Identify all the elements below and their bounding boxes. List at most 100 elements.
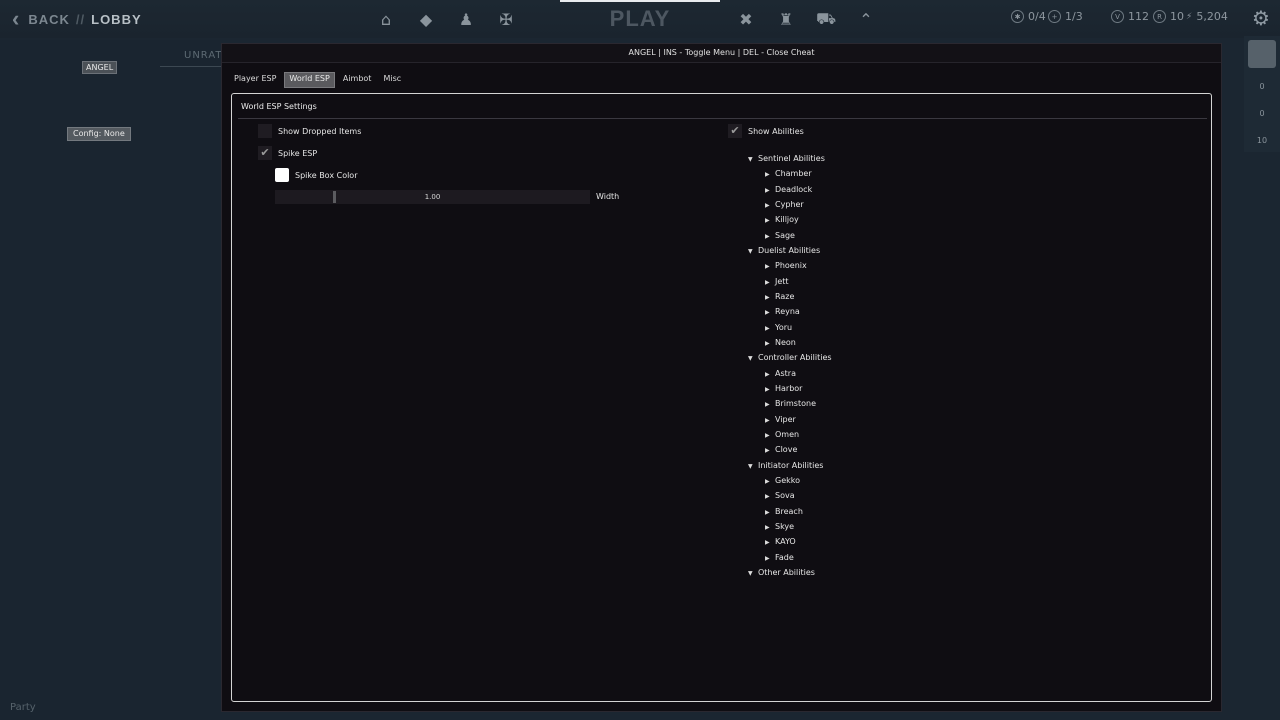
- expand-arrow-right-icon[interactable]: ▶: [765, 229, 775, 244]
- back-to-lobby[interactable]: ‹ BACK // LOBBY: [12, 6, 142, 32]
- expand-arrow-right-icon[interactable]: ▶: [765, 367, 775, 382]
- tree-item[interactable]: ▶ Harbor: [748, 381, 832, 396]
- expand-arrow-right-icon[interactable]: ▶: [765, 520, 775, 535]
- battlepass-icon[interactable]: ✖: [736, 9, 756, 29]
- tab-world-esp[interactable]: World ESP: [284, 72, 335, 88]
- expand-arrow-right-icon[interactable]: ▶: [765, 474, 775, 489]
- vp-balance: V 112: [1111, 10, 1149, 23]
- tree-item[interactable]: ▶ Phoenix: [748, 258, 832, 273]
- tree-item[interactable]: ▶ KAYO: [748, 534, 832, 549]
- nav-icons-left: ⌂ ◆ ♟ ✠: [376, 9, 516, 29]
- tree-item[interactable]: ▶ Cypher: [748, 197, 832, 212]
- tree-item[interactable]: ▶ Jett: [748, 274, 832, 289]
- tab-misc[interactable]: Misc: [379, 72, 405, 86]
- tree-category[interactable]: ▼ Other Abilities: [748, 565, 832, 580]
- expand-arrow-right-icon[interactable]: ▶: [765, 535, 775, 550]
- tree-item[interactable]: ▶ Skye: [748, 519, 832, 534]
- play-tab[interactable]: PLAY: [560, 0, 720, 38]
- store-icon[interactable]: ♜: [776, 9, 796, 29]
- back-label: BACK: [28, 11, 70, 27]
- collection-icon[interactable]: ✠: [496, 9, 516, 29]
- checkbox-box[interactable]: ✔: [728, 124, 742, 138]
- tab-aimbot[interactable]: Aimbot: [339, 72, 376, 86]
- tree-item[interactable]: ▶ Reyna: [748, 304, 832, 319]
- tree-item[interactable]: ▶ Astra: [748, 366, 832, 381]
- avatar[interactable]: [1248, 40, 1276, 68]
- checkbox-box[interactable]: ✔: [258, 146, 272, 160]
- agents-icon[interactable]: ♟: [456, 9, 476, 29]
- tree-item[interactable]: ▶ Brimstone: [748, 396, 832, 411]
- spike-esp-checkbox[interactable]: ✔ Spike ESP: [258, 146, 317, 160]
- rank-icon[interactable]: ⌃: [856, 9, 876, 29]
- tree-item[interactable]: ▶ Chamber: [748, 166, 832, 181]
- expand-arrow-down-icon[interactable]: ▼: [748, 152, 758, 167]
- tree-item-label: Gekko: [775, 475, 800, 485]
- tree-item[interactable]: ▶ Raze: [748, 289, 832, 304]
- career-icon[interactable]: ◆: [416, 9, 436, 29]
- expand-arrow-down-icon[interactable]: ▼: [748, 351, 758, 366]
- expand-arrow-right-icon[interactable]: ▶: [765, 443, 775, 458]
- show-abilities-checkbox[interactable]: ✔ Show Abilities: [728, 124, 804, 138]
- tree-item[interactable]: ▶ Clove: [748, 442, 832, 457]
- expand-arrow-right-icon[interactable]: ▶: [765, 428, 775, 443]
- expand-arrow-right-icon[interactable]: ▶: [765, 551, 775, 566]
- tree-category[interactable]: ▼ Controller Abilities: [748, 350, 832, 365]
- settings-gear-icon[interactable]: ⚙: [1252, 6, 1270, 30]
- tree-item[interactable]: ▶ Omen: [748, 427, 832, 442]
- tree-category[interactable]: ▼ Duelist Abilities: [748, 243, 832, 258]
- tree-category[interactable]: ▼ Initiator Abilities: [748, 458, 832, 473]
- tree-item[interactable]: ▶ Deadlock: [748, 182, 832, 197]
- expand-arrow-right-icon[interactable]: ▶: [765, 259, 775, 274]
- shop-cart-icon[interactable]: ⛟: [816, 9, 836, 29]
- expand-arrow-right-icon[interactable]: ▶: [765, 397, 775, 412]
- tree-category-label: Controller Abilities: [758, 353, 832, 363]
- expand-arrow-right-icon[interactable]: ▶: [765, 167, 775, 182]
- expand-arrow-right-icon[interactable]: ▶: [765, 336, 775, 351]
- expand-arrow-down-icon[interactable]: ▼: [748, 566, 758, 581]
- tree-item[interactable]: ▶ Viper: [748, 412, 832, 427]
- expand-arrow-right-icon[interactable]: ▶: [765, 321, 775, 336]
- menu-title[interactable]: ANGEL | INS - Toggle Menu | DEL - Close …: [222, 44, 1221, 63]
- nav-icons-right: ✖ ♜ ⛟ ⌃: [736, 9, 876, 29]
- tree-item[interactable]: ▶ Fade: [748, 550, 832, 565]
- checkmark-icon: ✔: [260, 146, 270, 159]
- tree-category[interactable]: ▼ Sentinel Abilities: [748, 151, 832, 166]
- party-label: Party: [10, 702, 36, 713]
- tree-item[interactable]: ▶ Sova: [748, 488, 832, 503]
- expand-arrow-right-icon[interactable]: ▶: [765, 183, 775, 198]
- tree-item-label: Fade: [775, 552, 794, 562]
- show-dropped-items-checkbox[interactable]: Show Dropped Items: [258, 124, 361, 138]
- checkbox-box[interactable]: [258, 124, 272, 138]
- expand-arrow-right-icon[interactable]: ▶: [765, 413, 775, 428]
- expand-arrow-right-icon[interactable]: ▶: [765, 275, 775, 290]
- expand-arrow-right-icon[interactable]: ▶: [765, 505, 775, 520]
- width-slider[interactable]: 1.00: [275, 190, 590, 204]
- spike-box-color-picker[interactable]: Spike Box Color: [275, 168, 358, 182]
- tree-item[interactable]: ▶ Breach: [748, 504, 832, 519]
- slider-value: 1.00: [424, 193, 441, 201]
- tab-player-esp[interactable]: Player ESP: [230, 72, 280, 86]
- tree-item[interactable]: ▶ Neon: [748, 335, 832, 350]
- expand-arrow-right-icon[interactable]: ▶: [765, 290, 775, 305]
- tree-item-label: Sova: [775, 491, 795, 501]
- tree-item-label: Omen: [775, 429, 800, 439]
- tree-item[interactable]: ▶ Yoru: [748, 320, 832, 335]
- slider-handle[interactable]: [333, 191, 336, 203]
- expand-arrow-right-icon[interactable]: ▶: [765, 198, 775, 213]
- tree-item[interactable]: ▶ Killjoy: [748, 212, 832, 227]
- expand-arrow-right-icon[interactable]: ▶: [765, 305, 775, 320]
- tree-item-label: Astra: [775, 368, 796, 378]
- expand-arrow-right-icon[interactable]: ▶: [765, 489, 775, 504]
- tree-item[interactable]: ▶ Sage: [748, 228, 832, 243]
- tree-item[interactable]: ▶ Gekko: [748, 473, 832, 488]
- expand-arrow-down-icon[interactable]: ▼: [748, 244, 758, 259]
- color-swatch[interactable]: [275, 168, 289, 182]
- expand-arrow-right-icon[interactable]: ▶: [765, 213, 775, 228]
- home-icon[interactable]: ⌂: [376, 9, 396, 29]
- kingdom-credits-icon: ⚡: [1186, 11, 1193, 22]
- tree-category-label: Sentinel Abilities: [758, 154, 825, 163]
- expand-arrow-right-icon[interactable]: ▶: [765, 382, 775, 397]
- tree-item-label: Viper: [775, 414, 796, 424]
- expand-arrow-down-icon[interactable]: ▼: [748, 459, 758, 474]
- tree-item-label: Breach: [775, 506, 803, 516]
